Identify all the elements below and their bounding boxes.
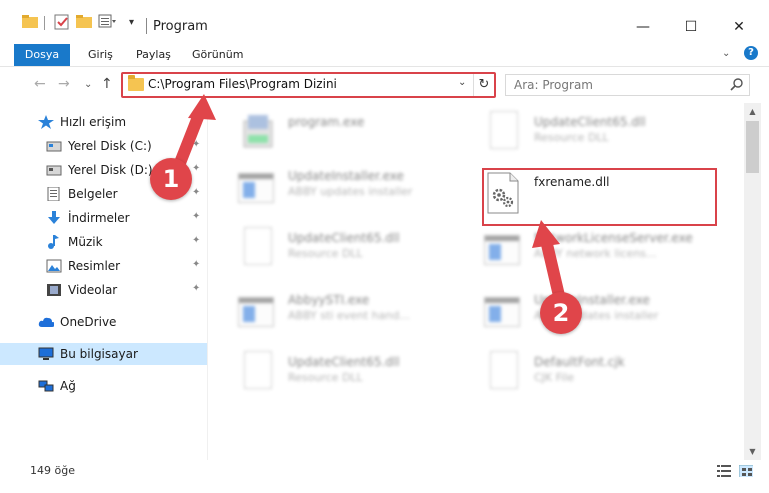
arrow-1 bbox=[172, 106, 206, 174]
step-marker-1: 1 bbox=[150, 158, 192, 200]
arrow-2-head bbox=[532, 220, 560, 248]
annotation-arrows bbox=[172, 94, 566, 306]
arrow-2 bbox=[540, 234, 566, 306]
step-marker-2: 2 bbox=[540, 292, 582, 334]
arrow-1-head bbox=[188, 94, 216, 120]
